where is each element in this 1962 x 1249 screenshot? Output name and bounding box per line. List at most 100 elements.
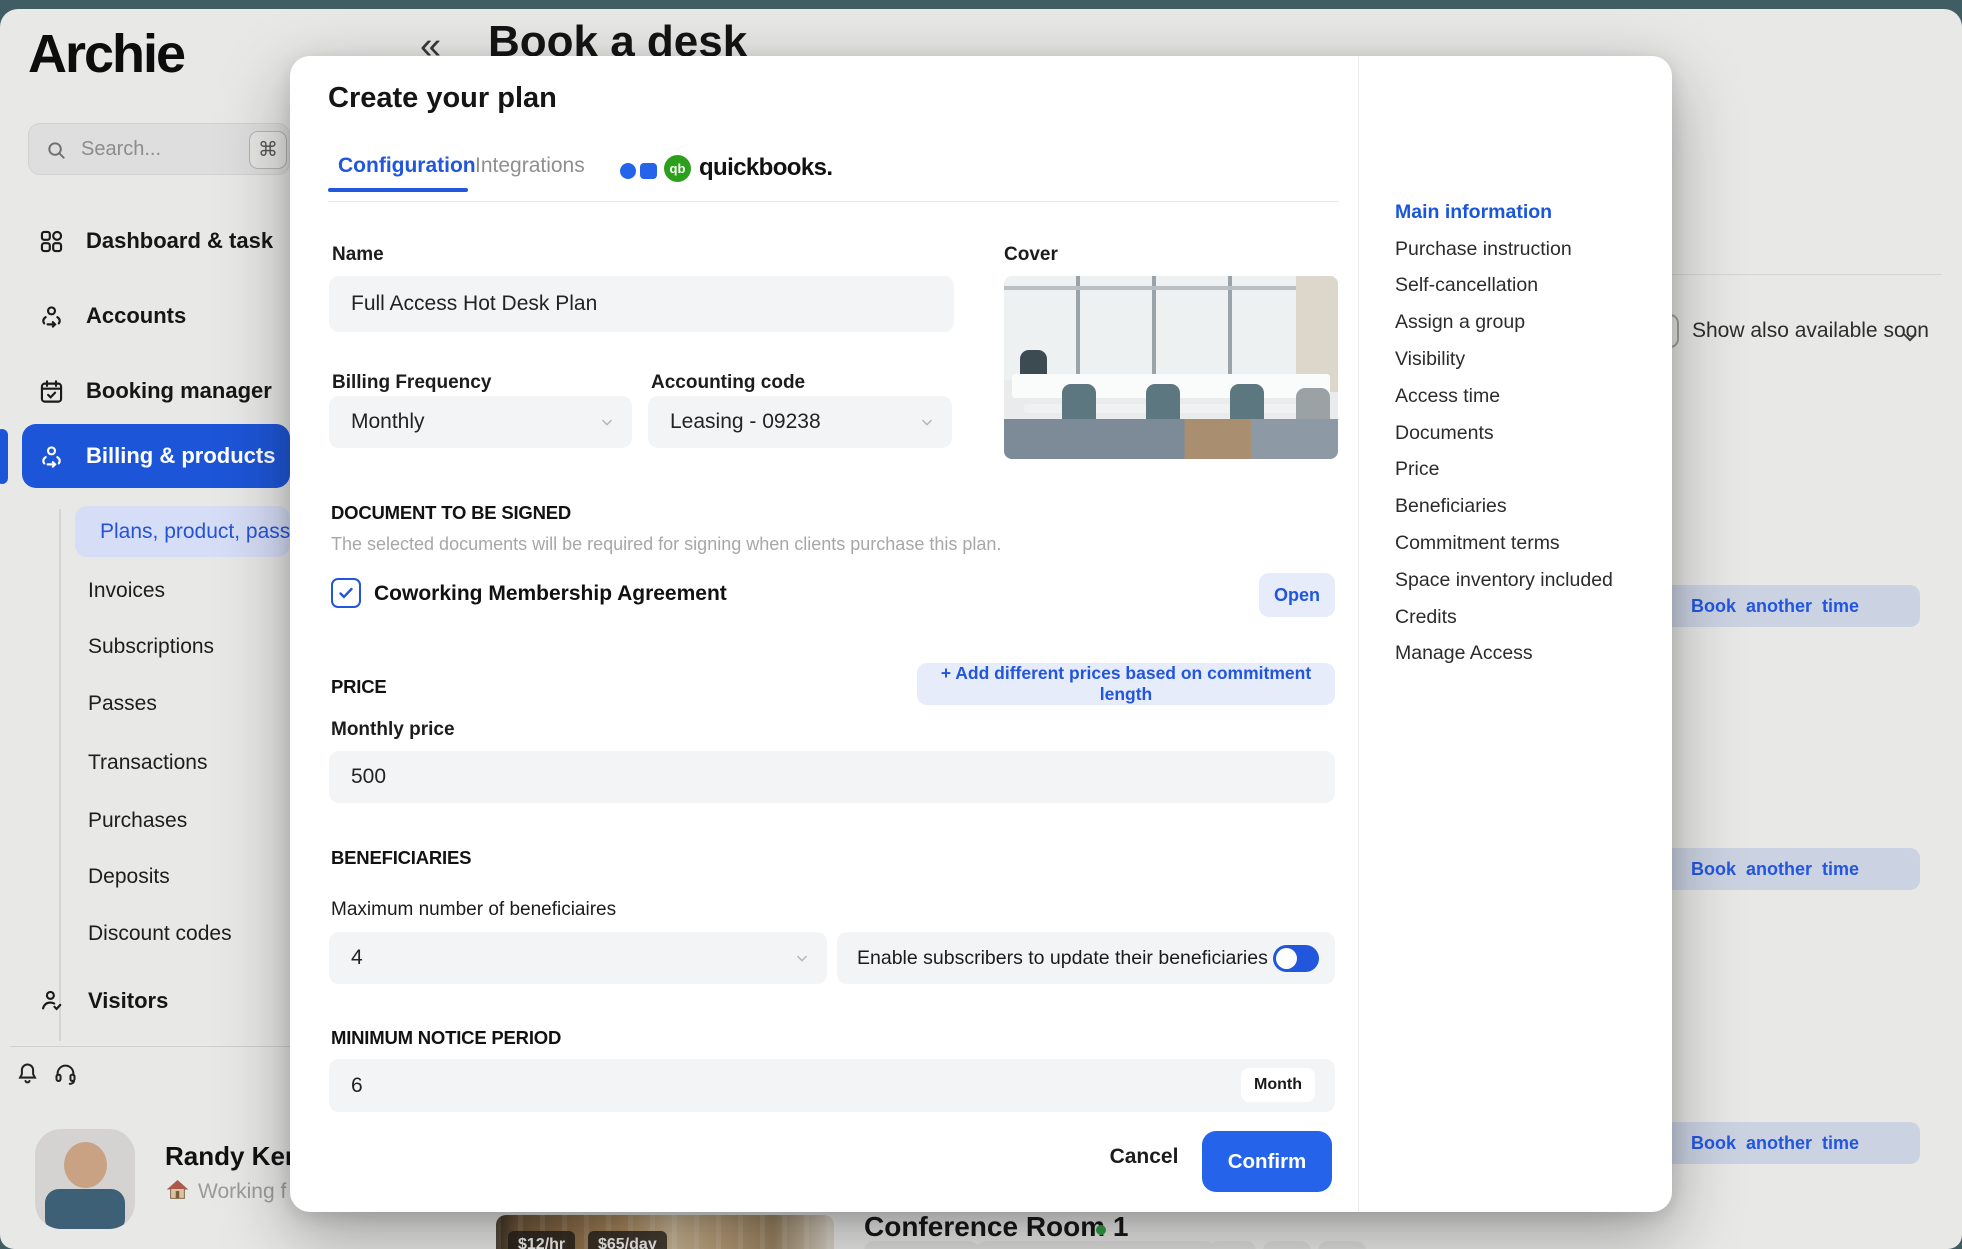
max-beneficiaries-value: 4 — [351, 932, 363, 984]
sidebar-subitem-subscriptions[interactable]: Subscriptions — [88, 635, 214, 659]
nav-credits[interactable]: Credits — [1395, 599, 1613, 636]
avatar[interactable] — [35, 1129, 135, 1229]
nav-commitment-terms[interactable]: Commitment terms — [1395, 525, 1613, 562]
add-prices-button[interactable]: + Add different prices based on commitme… — [917, 663, 1335, 705]
nav-visibility[interactable]: Visibility — [1395, 341, 1613, 378]
plan-name-input[interactable]: Full Access Hot Desk Plan — [329, 276, 954, 332]
notice-unit-chip[interactable]: Month — [1241, 1068, 1315, 1102]
document-checkbox-label: Coworking Membership Agreement — [374, 582, 727, 606]
tab-configuration[interactable]: Configuration — [338, 154, 476, 178]
nav-assign-a-group[interactable]: Assign a group — [1395, 304, 1613, 341]
subnav-rail — [59, 509, 61, 1041]
user-name: Randy Kent — [165, 1141, 309, 1172]
chevron-down-icon — [793, 949, 811, 967]
chevron-down-icon[interactable] — [1899, 326, 1921, 348]
documents-section-heading: DOCUMENT TO BE SIGNED — [331, 502, 571, 524]
search-icon — [45, 139, 68, 162]
link-square — [640, 163, 657, 179]
nav-space-inventory[interactable]: Space inventory included — [1395, 562, 1613, 599]
sidebar-subitem-discount-codes[interactable]: Discount codes — [88, 922, 232, 946]
billing-frequency-value: Monthly — [351, 396, 425, 448]
nav-manage-access[interactable]: Manage Access — [1395, 636, 1613, 673]
cover-label: Cover — [1004, 244, 1058, 266]
max-beneficiaries-label: Maximum number of beneficiaires — [331, 899, 616, 921]
document-checkbox[interactable] — [331, 578, 361, 608]
rate-day-badge: $65/day — [588, 1231, 667, 1249]
room-chip-floor: Floor 2 — [864, 1241, 979, 1249]
available-status-dot — [1096, 1225, 1106, 1235]
search-input[interactable] — [81, 124, 241, 174]
grid-icon — [38, 228, 65, 255]
book-another-time-button[interactable]: Book another time — [1630, 848, 1920, 890]
beneficiaries-toggle-label: Enable subscribers to update their benef… — [857, 932, 1268, 984]
book-another-time-button[interactable]: Book another time — [1630, 585, 1920, 627]
nav-documents[interactable]: Documents — [1395, 415, 1613, 452]
house-icon — [165, 1177, 190, 1202]
cover-art — [1004, 286, 1338, 290]
search-box[interactable]: ⌘ — [28, 123, 290, 175]
room-chip-clipboard — [1263, 1241, 1311, 1249]
room-chip-whiteboard: Whiteboard — [1090, 1241, 1215, 1249]
nav-purchase-instruction[interactable]: Purchase instruction — [1395, 231, 1613, 268]
sidebar-item-label: Visitors — [88, 988, 168, 1014]
cover-art — [1004, 276, 1338, 380]
accounting-code-value: Leasing - 09238 — [670, 396, 821, 448]
calendar-check-icon — [38, 378, 65, 405]
modal-title: Create your plan — [328, 82, 557, 115]
billing-frequency-label: Billing Frequency — [332, 372, 491, 394]
active-tab-underline — [328, 188, 468, 192]
monthly-price-input[interactable]: 500 — [329, 751, 1335, 803]
accounting-code-select[interactable]: Leasing - 09238 — [648, 396, 952, 448]
integration-link-icon — [620, 161, 660, 181]
room-title: Conference Room 1 — [864, 1211, 1129, 1243]
book-another-time-button[interactable]: Book another time — [1630, 1122, 1920, 1164]
sidebar-subitem-transactions[interactable]: Transactions — [88, 751, 207, 775]
nav-beneficiaries[interactable]: Beneficiaries — [1395, 488, 1613, 525]
link-dot — [620, 163, 636, 179]
beneficiaries-toggle[interactable] — [1273, 945, 1319, 972]
create-plan-modal: Create your plan Configuration Integrati… — [290, 56, 1672, 1212]
nav-main-information[interactable]: Main information — [1395, 194, 1613, 231]
confirm-button[interactable]: Confirm — [1202, 1131, 1332, 1192]
plan-name-value: Full Access Hot Desk Plan — [351, 276, 597, 332]
headset-icon[interactable] — [52, 1060, 79, 1087]
sidebar-subitem-invoices[interactable]: Invoices — [88, 579, 165, 603]
name-label: Name — [332, 244, 384, 266]
sidebar-subitem-purchases[interactable]: Purchases — [88, 809, 187, 833]
price-section-heading: PRICE — [331, 676, 387, 698]
nav-self-cancellation[interactable]: Self-cancellation — [1395, 268, 1613, 305]
sidebar-subitem-passes[interactable]: Passes — [88, 692, 157, 716]
sidebar-item-label: Billing & products — [86, 443, 275, 469]
active-item-indicator — [0, 429, 8, 484]
avatar-art — [64, 1142, 107, 1188]
notice-period-value: 6 — [351, 1059, 363, 1112]
modal-divider — [1358, 56, 1359, 1212]
notice-period-input[interactable]: 6 Month — [329, 1059, 1335, 1112]
monthly-price-label: Monthly price — [331, 719, 455, 741]
bell-icon[interactable] — [14, 1060, 41, 1087]
nav-access-time[interactable]: Access time — [1395, 378, 1613, 415]
header-divider — [1672, 274, 1942, 275]
cover-image[interactable] — [1004, 276, 1338, 459]
cancel-button[interactable]: Cancel — [1096, 1145, 1192, 1169]
user-sync-icon — [38, 443, 65, 470]
tab-integrations[interactable]: Integrations — [475, 154, 585, 178]
modal-section-nav: Main information Purchase instruction Se… — [1395, 194, 1613, 672]
max-beneficiaries-select[interactable]: 4 — [329, 932, 827, 984]
toggle-knob — [1276, 948, 1297, 969]
nav-price[interactable]: Price — [1395, 452, 1613, 489]
avatar-art — [45, 1189, 125, 1229]
sidebar-subitem-deposits[interactable]: Deposits — [88, 865, 170, 889]
check-icon — [337, 584, 355, 602]
sidebar-item-label: Dashboard & task — [86, 228, 273, 254]
sidebar-footer-divider — [10, 1046, 290, 1047]
notice-section-heading: MINIMUM NOTICE PERIOD — [331, 1027, 561, 1049]
user-check-icon — [38, 987, 65, 1014]
chevron-down-icon — [598, 413, 616, 431]
room-chip-screen — [1318, 1241, 1366, 1249]
rate-hour-badge: $12/hr — [508, 1231, 575, 1249]
open-document-button[interactable]: Open — [1259, 573, 1335, 617]
sidebar-subitem-plans[interactable]: Plans, product, pass — [75, 506, 290, 557]
billing-frequency-select[interactable]: Monthly — [329, 396, 632, 448]
cover-art — [1004, 419, 1338, 459]
